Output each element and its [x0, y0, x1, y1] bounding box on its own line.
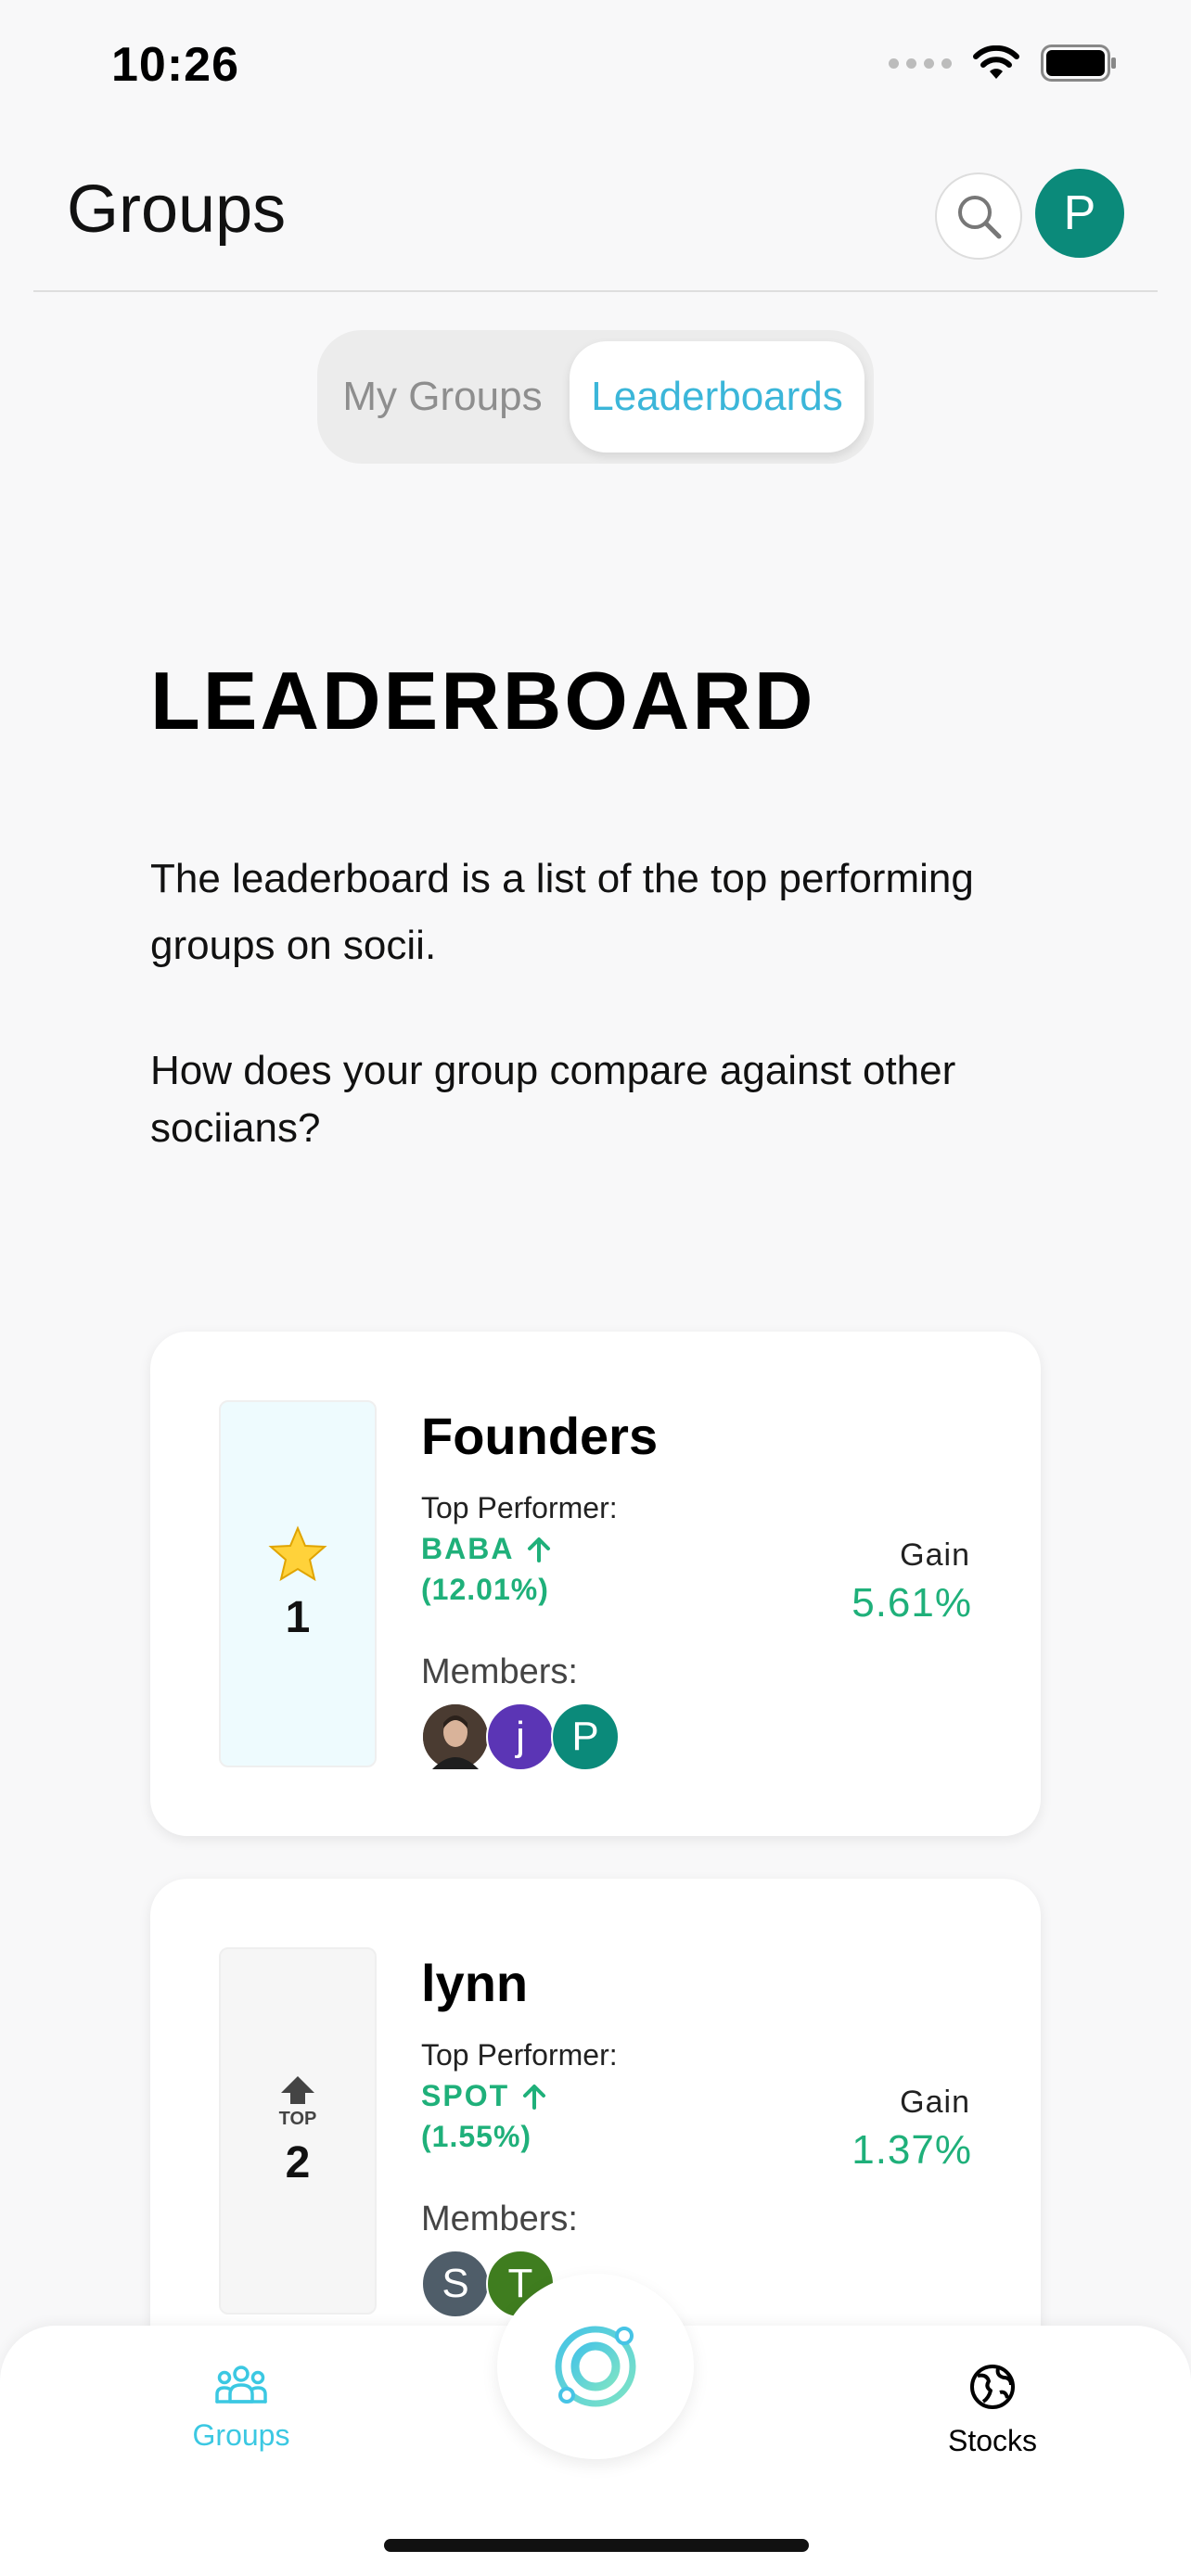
top-performer-label: Top Performer: — [421, 1491, 618, 1524]
home-center-button[interactable] — [497, 2274, 694, 2459]
leaderboard-description: The leaderboard is a list of the top per… — [150, 856, 974, 968]
leaderboard-question: How does your group compare against othe… — [150, 1048, 956, 1151]
groups-icon — [215, 2366, 267, 2404]
top-performer-ticker: SPOT — [421, 2079, 546, 2113]
rank-badge: TOP 2 — [219, 1947, 377, 2315]
search-icon — [958, 196, 1002, 239]
rank-number: 2 — [285, 2137, 311, 2187]
top-performer-change: (1.55%) — [421, 2120, 532, 2153]
members-label: Members: — [421, 2200, 578, 2238]
status-icons — [889, 45, 1117, 82]
member-avatar-photo[interactable] — [421, 1702, 490, 1771]
member-avatar[interactable]: j — [486, 1702, 555, 1771]
group-name: Founders — [421, 1407, 659, 1465]
star-icon — [268, 1524, 327, 1581]
nav-stocks-label: Stocks — [947, 2424, 1038, 2457]
globe-icon — [970, 2365, 1015, 2409]
top-label: TOP — [279, 2109, 317, 2128]
members-label: Members: — [421, 1652, 578, 1691]
top-performer-change: (12.01%) — [421, 1573, 549, 1606]
nav-groups-label: Groups — [192, 2418, 290, 2452]
socii-logo-icon — [555, 2326, 636, 2407]
header: Groups P — [0, 139, 1191, 292]
cellular-signal-icon — [889, 57, 952, 69]
gain-label: Gain — [900, 2085, 970, 2120]
rank-number: 1 — [285, 1592, 311, 1642]
leaderboard-card[interactable]: 1 Founders Top Performer: BABA (12.01%) … — [150, 1332, 1041, 1836]
rank-badge: 1 — [219, 1400, 377, 1767]
groups-tab-switcher: My Groups Leaderboards — [317, 330, 874, 464]
status-time: 10:26 — [111, 38, 239, 92]
person-photo-icon — [423, 1704, 488, 1769]
arrow-up-icon — [523, 2084, 546, 2110]
member-avatar[interactable]: S — [421, 2250, 490, 2318]
nav-groups[interactable]: Groups — [186, 2363, 297, 2453]
ticker-symbol: BABA — [421, 1532, 515, 1565]
member-avatars: j P — [421, 1702, 620, 1771]
top-arrow-icon: TOP — [279, 2075, 317, 2128]
battery-icon — [1041, 45, 1117, 82]
home-indicator — [384, 2539, 809, 2552]
leaderboard-heading: LEADERBOARD — [150, 655, 816, 746]
gain-label: Gain — [900, 1537, 970, 1573]
tab-my-groups[interactable]: My Groups — [317, 330, 568, 464]
tab-leaderboards[interactable]: Leaderboards — [570, 341, 864, 453]
gain-value: 1.37% — [852, 2127, 972, 2173]
search-button[interactable] — [935, 172, 1022, 260]
member-avatar[interactable]: P — [551, 1702, 620, 1771]
gain-value: 5.61% — [852, 1580, 972, 1626]
top-performer-ticker: BABA — [421, 1532, 551, 1566]
nav-stocks[interactable]: Stocks — [937, 2363, 1048, 2458]
profile-avatar-button[interactable]: P — [1035, 169, 1124, 258]
page-title: Groups — [67, 172, 287, 247]
arrow-up-icon — [528, 1537, 551, 1562]
top-performer-label: Top Performer: — [421, 2038, 618, 2072]
header-divider — [33, 290, 1158, 292]
group-name: lynn — [421, 1954, 529, 2012]
ticker-symbol: SPOT — [421, 2079, 510, 2112]
status-bar: 10:26 — [0, 0, 1191, 139]
wifi-icon — [972, 45, 1020, 81]
